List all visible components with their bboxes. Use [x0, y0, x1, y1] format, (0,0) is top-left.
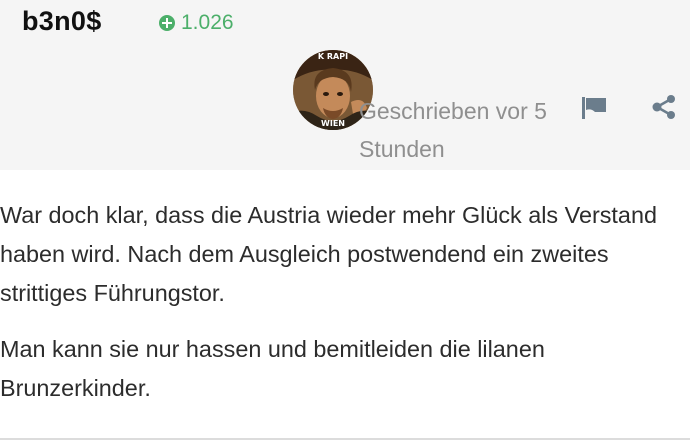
avatar-caption-top: K RAPI: [318, 52, 348, 61]
share-icon[interactable]: [652, 95, 676, 124]
divider: [0, 438, 690, 440]
flag-icon[interactable]: [581, 96, 609, 125]
post-paragraph: Man kann sie nur hassen und bemitleiden …: [0, 336, 545, 401]
post-timestamp[interactable]: Geschrieben vor 5 Stunden: [359, 92, 569, 168]
reputation-count: 1.026: [181, 11, 234, 34]
author-name[interactable]: b3n0$: [22, 6, 102, 37]
post-paragraph: War doch klar, dass die Austria wieder m…: [0, 202, 657, 306]
avatar-caption-bottom: WIEN: [321, 119, 345, 128]
reputation-badge: 1.026: [159, 11, 234, 35]
post-body: War doch klar, dass die Austria wieder m…: [0, 196, 688, 425]
plus-circle-icon: [159, 15, 175, 31]
post-header: b3n0$ 1.026 K RAPI WIEN Geschrieben vor …: [0, 0, 690, 170]
